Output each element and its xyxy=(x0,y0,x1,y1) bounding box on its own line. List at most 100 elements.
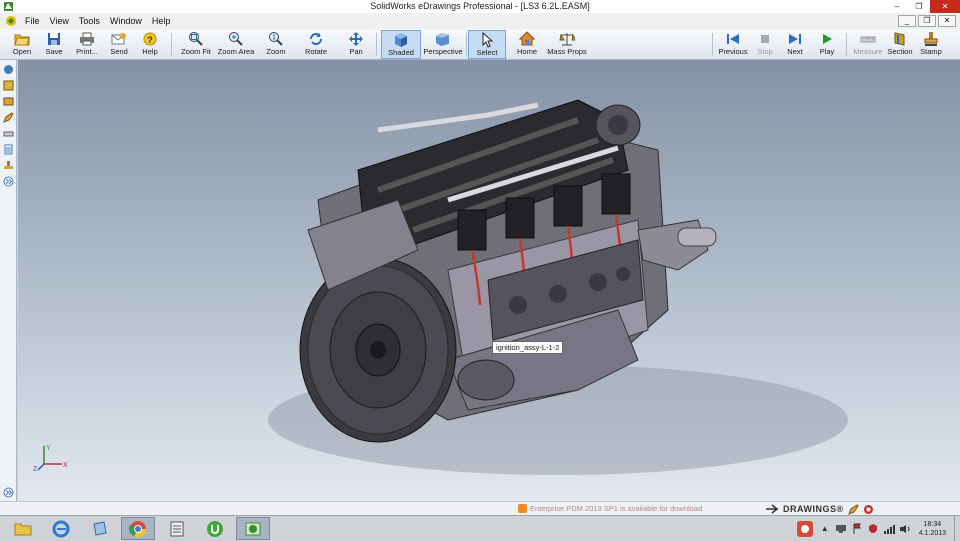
edrawings-icon xyxy=(245,522,261,535)
brand-text: DRAWINGS® xyxy=(783,504,844,514)
rotate-button[interactable]: Rotate xyxy=(301,30,331,59)
toolbar-separator xyxy=(712,33,713,56)
ds-logo-icon xyxy=(766,504,779,514)
section-button[interactable]: Section xyxy=(886,30,914,59)
menu-bar: File View Tools Window Help _ ❐ ✕ xyxy=(0,13,960,29)
tray-action-center[interactable] xyxy=(851,523,863,535)
doc-close-button[interactable]: ✕ xyxy=(938,15,956,27)
tray-app-shortcut[interactable] xyxy=(795,519,815,539)
measure-palette-button[interactable] xyxy=(2,127,15,140)
svg-text:?: ? xyxy=(147,35,153,45)
scales-icon xyxy=(559,31,575,47)
taskbar-internet-explorer[interactable] xyxy=(44,517,78,540)
shield-icon xyxy=(868,524,877,533)
stamp-button[interactable]: Stamp xyxy=(917,30,945,59)
double-chevron-right-icon xyxy=(3,176,14,187)
signal-bars-icon xyxy=(883,524,895,534)
notes-icon xyxy=(93,520,107,536)
double-chevron-right-icon xyxy=(3,487,14,498)
expand-palette-button[interactable] xyxy=(2,175,15,188)
doc-restore-button[interactable]: ❐ xyxy=(918,15,936,27)
taskbar-clock[interactable]: 18:34 4.1.2013 xyxy=(919,520,946,538)
home-button[interactable]: Home xyxy=(513,30,541,59)
components-palette-button[interactable] xyxy=(2,63,15,76)
open-button[interactable]: Open xyxy=(8,30,36,59)
tray-network-icon[interactable] xyxy=(835,523,847,535)
menu-view[interactable]: View xyxy=(45,13,74,29)
views-palette-button[interactable] xyxy=(2,95,15,108)
skip-forward-icon xyxy=(787,31,803,47)
restore-button[interactable]: ❐ xyxy=(908,0,930,13)
doc-minimize-button[interactable]: _ xyxy=(898,15,916,27)
home-icon xyxy=(519,31,535,47)
measure-ruler-icon xyxy=(860,31,876,47)
collapse-pane-button[interactable] xyxy=(2,486,15,499)
tray-volume[interactable] xyxy=(899,523,911,535)
send-button[interactable]: Send xyxy=(105,30,133,59)
tray-expand-button[interactable]: ▲ xyxy=(819,523,831,535)
toolbar-separator xyxy=(846,33,847,56)
zoom-fit-button[interactable]: Zoom Fit xyxy=(178,30,214,59)
properties-palette-button[interactable] xyxy=(2,143,15,156)
utorrent-icon xyxy=(207,520,223,537)
measure-button[interactable]: Measure xyxy=(850,30,886,59)
perspective-button[interactable]: Perspective xyxy=(423,30,463,59)
play-icon xyxy=(819,31,835,47)
graphics-viewport[interactable]: ignition_assy-L-1-2 Y X Z xyxy=(18,60,960,501)
show-desktop-button[interactable] xyxy=(954,516,960,541)
stamp-icon xyxy=(923,31,939,47)
stop-button[interactable]: Stop xyxy=(752,30,778,59)
markup-pencil-icon[interactable] xyxy=(847,503,859,515)
help-icon: ? xyxy=(142,31,158,47)
tool-palette xyxy=(0,60,17,501)
markup-palette-button[interactable] xyxy=(2,111,15,124)
cursor-arrow-icon xyxy=(479,32,495,48)
print-button[interactable]: Print... xyxy=(71,30,103,59)
send-mail-icon xyxy=(111,31,127,47)
menu-help[interactable]: Help xyxy=(147,13,176,29)
main-toolbar: Open Save Print... Send ? Help Zoom Fit … xyxy=(0,29,960,60)
select-button[interactable]: Select xyxy=(468,30,506,59)
menu-tools[interactable]: Tools xyxy=(74,13,105,29)
update-notice[interactable]: Enterprise PDM 2013 SP1 is available for… xyxy=(518,503,702,514)
measure-icon xyxy=(3,131,14,137)
shaded-button[interactable]: Shaded xyxy=(381,30,421,59)
taskbar-file-explorer[interactable] xyxy=(6,517,40,540)
title-bar: SolidWorks eDrawings Professional - [LS3… xyxy=(0,0,960,13)
system-tray: ▲ 18:34 4.1.2013 xyxy=(795,516,960,541)
tray-security[interactable] xyxy=(867,523,879,535)
triad-x-label: X xyxy=(63,462,68,469)
menu-file[interactable]: File xyxy=(20,13,45,29)
views-icon xyxy=(3,97,14,106)
play-button[interactable]: Play xyxy=(814,30,840,59)
taskbar-utorrent[interactable] xyxy=(198,517,232,540)
configurations-palette-button[interactable] xyxy=(2,79,15,92)
minimize-button[interactable]: – xyxy=(886,0,908,13)
next-button[interactable]: Next xyxy=(782,30,808,59)
pan-button[interactable]: Pan xyxy=(342,30,370,59)
taskbar-notes-app[interactable] xyxy=(83,517,117,540)
document-icon[interactable] xyxy=(5,15,17,27)
previous-button[interactable]: Previous xyxy=(716,30,750,59)
taskbar-edrawings[interactable] xyxy=(236,517,270,540)
save-button[interactable]: Save xyxy=(40,30,68,59)
properties-icon xyxy=(4,144,13,155)
zoom-area-button[interactable]: Zoom Area xyxy=(216,30,256,59)
taskbar-calculator[interactable] xyxy=(160,517,194,540)
close-button[interactable]: ✕ xyxy=(930,0,960,13)
clock-date: 4.1.2013 xyxy=(918,529,946,537)
taskbar-chrome[interactable] xyxy=(121,517,155,540)
chrome-icon xyxy=(129,520,147,537)
mass-props-button[interactable]: Mass Props xyxy=(546,30,588,59)
help-button[interactable]: ? Help xyxy=(136,30,164,59)
zoom-button[interactable]: Zoom xyxy=(262,30,290,59)
menu-window[interactable]: Window xyxy=(105,13,147,29)
component-tooltip: ignition_assy-L-1-2 xyxy=(492,341,564,354)
zoom-fit-icon xyxy=(188,31,204,47)
stamps-palette-button[interactable] xyxy=(2,159,15,172)
save-disk-icon xyxy=(46,31,62,47)
zoom-area-icon xyxy=(228,31,244,47)
record-indicator-icon[interactable] xyxy=(863,504,874,515)
engine-model[interactable] xyxy=(18,60,960,501)
tray-signal[interactable] xyxy=(883,523,895,535)
